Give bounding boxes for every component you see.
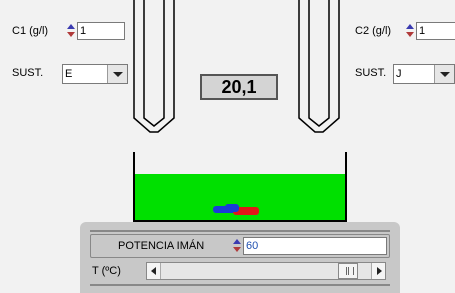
- sust-left-select[interactable]: E: [62, 64, 128, 84]
- left-pipe: [133, 0, 175, 133]
- power-label: POTENCIA IMÁN: [118, 240, 205, 252]
- c1-label: C1 (g/l): [12, 25, 49, 37]
- sust-left-value: E: [65, 68, 73, 80]
- divider: [90, 284, 390, 286]
- c2-label: C2 (g/l): [355, 25, 392, 37]
- scroll-left-icon[interactable]: [147, 263, 161, 279]
- spinner-down-icon[interactable]: [232, 246, 242, 255]
- c1-spinner[interactable]: [66, 22, 76, 40]
- chevron-down-icon[interactable]: [107, 65, 127, 83]
- divider: [90, 230, 390, 232]
- concentration-readout: 20,1: [200, 74, 278, 100]
- sust-right-label: SUST.: [355, 67, 387, 79]
- c2-input[interactable]: 1: [416, 22, 455, 40]
- temperature-label: T (ºC): [92, 265, 121, 277]
- chevron-down-icon[interactable]: [434, 65, 454, 83]
- spinner-up-icon[interactable]: [405, 22, 415, 31]
- sust-right-value: J: [396, 68, 402, 80]
- spinner-down-icon[interactable]: [66, 31, 76, 40]
- spinner-down-icon[interactable]: [405, 31, 415, 40]
- c1-input[interactable]: 1: [77, 22, 125, 40]
- power-spinner[interactable]: [232, 237, 242, 255]
- sust-right-select[interactable]: J: [393, 64, 455, 84]
- power-input[interactable]: 60: [243, 237, 387, 255]
- spinner-up-icon[interactable]: [66, 22, 76, 31]
- temperature-slider[interactable]: [146, 262, 386, 280]
- right-pipe: [298, 0, 340, 133]
- c2-spinner[interactable]: [405, 22, 415, 40]
- beaker: [133, 152, 347, 222]
- slider-thumb[interactable]: [337, 263, 358, 279]
- sust-left-label: SUST.: [12, 67, 44, 79]
- scroll-right-icon[interactable]: [371, 263, 385, 279]
- spinner-up-icon[interactable]: [232, 237, 242, 246]
